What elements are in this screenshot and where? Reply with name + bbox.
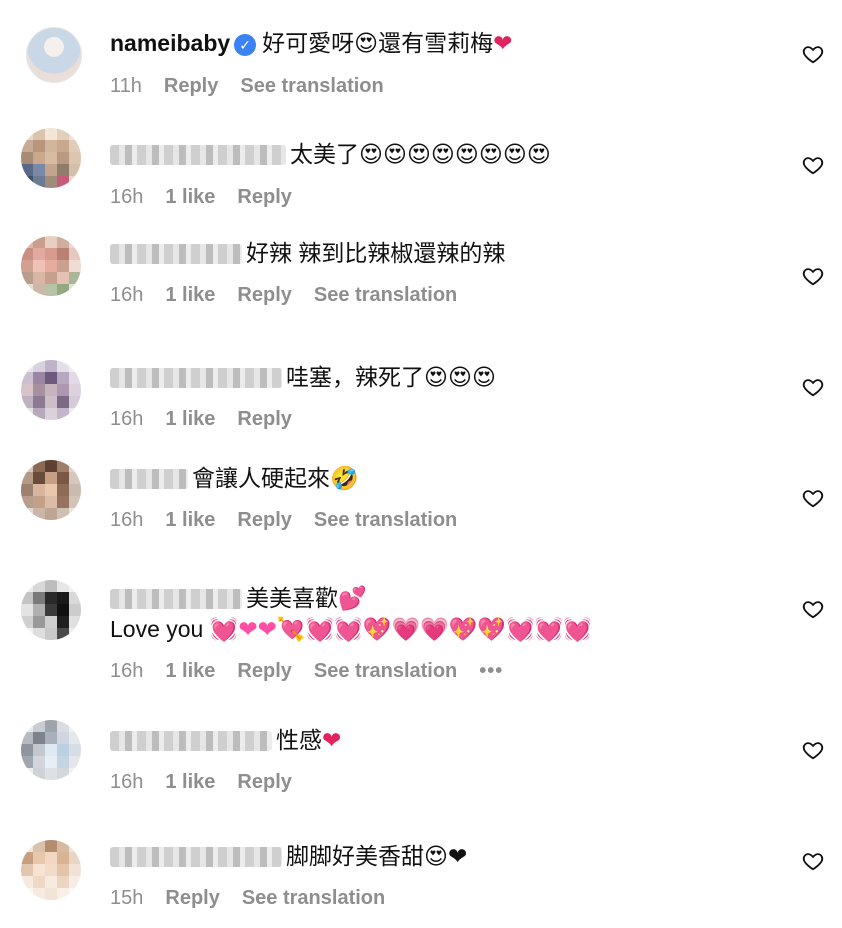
see-translation-button[interactable]: See translation xyxy=(240,75,383,97)
timestamp: 16h xyxy=(110,284,144,306)
comment-body: 脚脚好美香甜😍❤ xyxy=(110,841,467,872)
comment-body-line2: Love you 💓❤❤💘💓💓💖💗💗💖💖💓💓💓 xyxy=(110,614,592,645)
username-blurred[interactable] xyxy=(110,589,242,609)
comment-meta: 16h 1 like Reply xyxy=(110,770,314,794)
emoji: ❤ xyxy=(493,31,513,57)
heart-outline-icon xyxy=(802,157,824,175)
emoji: 😍 xyxy=(354,31,379,57)
reply-button[interactable]: Reply xyxy=(237,186,291,208)
comment-text: 哇塞，辣死了 xyxy=(286,364,424,390)
more-options-icon[interactable]: ••• xyxy=(479,660,503,682)
comment-body: 美美喜歡💕 xyxy=(110,583,367,614)
like-count[interactable]: 1 like xyxy=(165,660,215,682)
like-count[interactable]: 1 like xyxy=(165,771,215,793)
see-translation-button[interactable]: See translation xyxy=(314,509,457,531)
comment-text: 太美了 xyxy=(290,141,359,167)
username-blurred[interactable] xyxy=(110,847,282,867)
heart-outline-icon xyxy=(802,46,824,64)
reply-button[interactable]: Reply xyxy=(237,771,291,793)
comment-text: 脚脚好美香甜 xyxy=(286,843,424,869)
comment-body: 好辣 辣到比辣椒還辣的辣 xyxy=(110,238,505,268)
username-blurred[interactable] xyxy=(110,469,188,489)
heart-outline-icon xyxy=(802,490,824,508)
timestamp: 16h xyxy=(110,408,144,430)
emoji: 💕 xyxy=(338,586,367,612)
username-blurred[interactable] xyxy=(110,244,242,264)
comment-text-2: 還有雪莉梅 xyxy=(378,30,494,56)
timestamp: 16h xyxy=(110,509,144,531)
comment-text: 美美喜歡 xyxy=(246,585,338,611)
comment-meta: 16h 1 like Reply See translation xyxy=(110,283,479,307)
timestamp: 16h xyxy=(110,186,144,208)
avatar[interactable] xyxy=(21,128,81,188)
like-count[interactable]: 1 like xyxy=(165,284,215,306)
reply-button[interactable]: Reply xyxy=(237,408,291,430)
like-button[interactable] xyxy=(800,41,826,67)
like-count[interactable]: 1 like xyxy=(165,186,215,208)
comment-meta: 15h Reply See translation xyxy=(110,886,407,910)
avatar[interactable] xyxy=(21,360,81,420)
reply-button[interactable]: Reply xyxy=(165,887,219,909)
heart-outline-icon xyxy=(802,742,824,760)
comment-text-2: Love you xyxy=(110,616,204,642)
reply-button[interactable]: Reply xyxy=(237,284,291,306)
like-count[interactable]: 1 like xyxy=(165,509,215,531)
like-button[interactable] xyxy=(800,848,826,874)
timestamp: 15h xyxy=(110,887,144,909)
avatar[interactable] xyxy=(21,236,81,296)
emoji: 😍❤ xyxy=(424,844,468,870)
avatar[interactable] xyxy=(21,460,81,520)
like-button[interactable] xyxy=(800,596,826,622)
see-translation-button[interactable]: See translation xyxy=(242,887,385,909)
comment-body: 哇塞，辣死了😍😍😍 xyxy=(110,362,496,393)
comment-meta: 16h 1 like Reply See translation xyxy=(110,508,479,532)
avatar[interactable] xyxy=(26,27,82,83)
comment-text: 好辣 辣到比辣椒還辣的辣 xyxy=(246,240,506,266)
timestamp: 11h xyxy=(110,75,142,97)
heart-outline-icon xyxy=(802,853,824,871)
emoji: 🤣 xyxy=(330,466,359,492)
avatar[interactable] xyxy=(21,720,81,780)
username-blurred[interactable] xyxy=(110,368,282,388)
timestamp: 16h xyxy=(110,771,144,793)
comment-body: nameibaby ✓ 好可愛呀😍還有雪莉梅❤ xyxy=(110,28,512,59)
comment-body: 性感❤ xyxy=(110,725,341,756)
comment-text: 好可愛呀 xyxy=(262,30,355,56)
like-count[interactable]: 1 like xyxy=(165,408,215,430)
like-button[interactable] xyxy=(800,152,826,178)
comment-meta: 16h 1 like Reply See translation ••• xyxy=(110,659,525,683)
comment-text: 會讓人硬起來 xyxy=(192,465,330,491)
comment-body: 太美了😍😍😍😍😍😍😍😍 xyxy=(110,139,551,170)
heart-outline-icon xyxy=(802,379,824,397)
username-blurred[interactable] xyxy=(110,145,286,165)
like-button[interactable] xyxy=(800,374,826,400)
username[interactable]: nameibaby xyxy=(110,30,230,56)
avatar[interactable] xyxy=(21,840,81,900)
timestamp: 16h xyxy=(110,660,144,682)
emoji: 😍😍😍😍😍😍😍😍 xyxy=(359,142,551,168)
comment-meta: 11h Reply See translation xyxy=(110,74,406,98)
emoji: ❤ xyxy=(322,728,342,754)
like-button[interactable] xyxy=(800,263,826,289)
username-blurred[interactable] xyxy=(110,731,272,751)
emoji: 😍😍😍 xyxy=(424,365,496,391)
heart-outline-icon xyxy=(802,601,824,619)
like-button[interactable] xyxy=(800,485,826,511)
see-translation-button[interactable]: See translation xyxy=(314,284,457,306)
comment-text: 性感 xyxy=(276,727,322,753)
like-button[interactable] xyxy=(800,737,826,763)
comment-meta: 16h 1 like Reply xyxy=(110,185,314,209)
avatar[interactable] xyxy=(21,580,81,640)
comment-body: 會讓人硬起來🤣 xyxy=(110,463,359,494)
verified-badge-icon: ✓ xyxy=(234,34,257,56)
emoji-row: 💓❤❤💘💓💓💖💗💗💖💖💓💓💓 xyxy=(209,617,592,643)
reply-button[interactable]: Reply xyxy=(237,509,291,531)
see-translation-button[interactable]: See translation xyxy=(314,660,457,682)
heart-outline-icon xyxy=(802,268,824,286)
reply-button[interactable]: Reply xyxy=(237,660,291,682)
reply-button[interactable]: Reply xyxy=(164,75,218,97)
comment-meta: 16h 1 like Reply xyxy=(110,407,314,431)
